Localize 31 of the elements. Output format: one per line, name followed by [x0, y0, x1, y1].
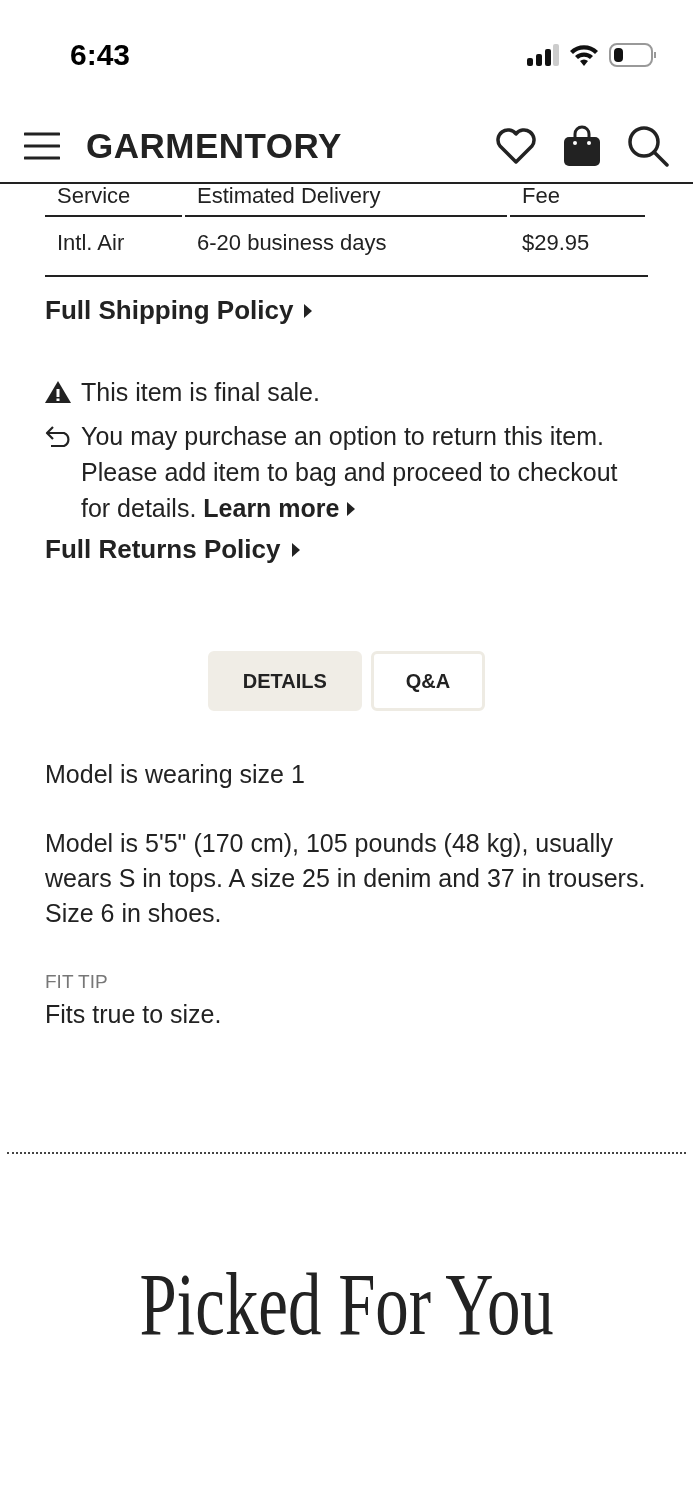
table-cell: $29.95: [510, 217, 648, 277]
details-text: Model is wearing size 1: [45, 759, 306, 790]
search-icon[interactable]: [627, 125, 669, 167]
brand-logo[interactable]: GARMENTORY: [86, 126, 495, 166]
column-header: Fee: [510, 184, 645, 217]
caret-icon: [303, 302, 314, 319]
details-text: Model is 5'5" (170 cm), 105 pounds (48 kg), usually wears S in tops. A size 25 in denim and 37 in trousers. Size 6 in shoes.: [45, 828, 647, 929]
menu-icon[interactable]: [24, 131, 60, 161]
signal-icon: [527, 44, 559, 66]
caret-icon: [346, 501, 357, 517]
returns-policy-link[interactable]: Full Returns Policy: [45, 534, 301, 565]
column-header: Service: [45, 184, 182, 217]
shipping-policy-link[interactable]: Full Shipping Policy: [45, 295, 314, 326]
heart-icon[interactable]: [495, 127, 537, 165]
fit-tip-label: FIT TIP: [45, 971, 109, 993]
warning-icon: [45, 381, 71, 403]
return-option-text: You may purchase an option to return this item. Please add item to bag and proceed to checkout for details. Learn more: [81, 421, 619, 524]
tab[interactable]: Q&A: [370, 651, 486, 711]
table-cell: Intl. Air: [45, 217, 185, 277]
final-sale-notice: This item is final sale.: [81, 377, 320, 408]
tab[interactable]: DETAILS: [207, 651, 362, 711]
shopping-bag-icon[interactable]: [563, 125, 601, 167]
wifi-icon: [569, 44, 599, 66]
caret-icon: [290, 541, 301, 558]
clock-time: 6:43: [70, 38, 131, 72]
section-title: Picked For You: [139, 1255, 554, 1355]
table-cell: 6-20 business days: [185, 217, 510, 277]
learn-more-link[interactable]: Learn more: [203, 494, 357, 522]
column-header: Estimated Delivery: [185, 184, 507, 217]
battery-icon: [609, 43, 657, 67]
fit-tip-text: Fits true to size.: [45, 999, 223, 1030]
